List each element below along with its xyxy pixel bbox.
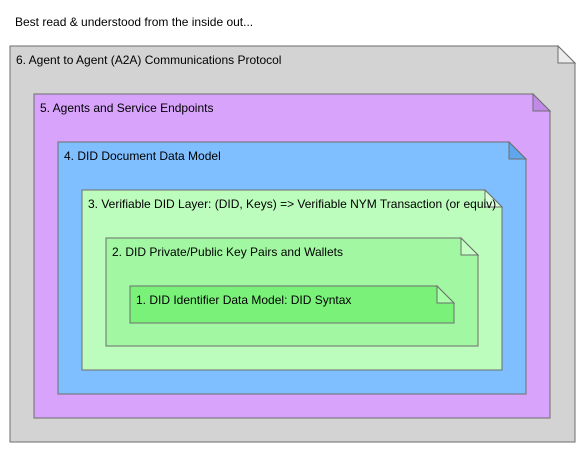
layer-5-label: 5. Agents and Service Endpoints [40, 101, 214, 115]
layer-1-label: 1. DID Identifier Data Model: DID Syntax [136, 293, 352, 307]
layer-4-label: 4. DID Document Data Model [64, 149, 221, 163]
layer-3-label: 3. Verifiable DID Layer: (DID, Keys) => … [88, 197, 497, 211]
layer-2-label: 2. DID Private/Public Key Pairs and Wall… [112, 245, 343, 259]
layer-6-label: 6. Agent to Agent (A2A) Communications P… [16, 53, 282, 67]
layered-diagram [9, 44, 577, 443]
